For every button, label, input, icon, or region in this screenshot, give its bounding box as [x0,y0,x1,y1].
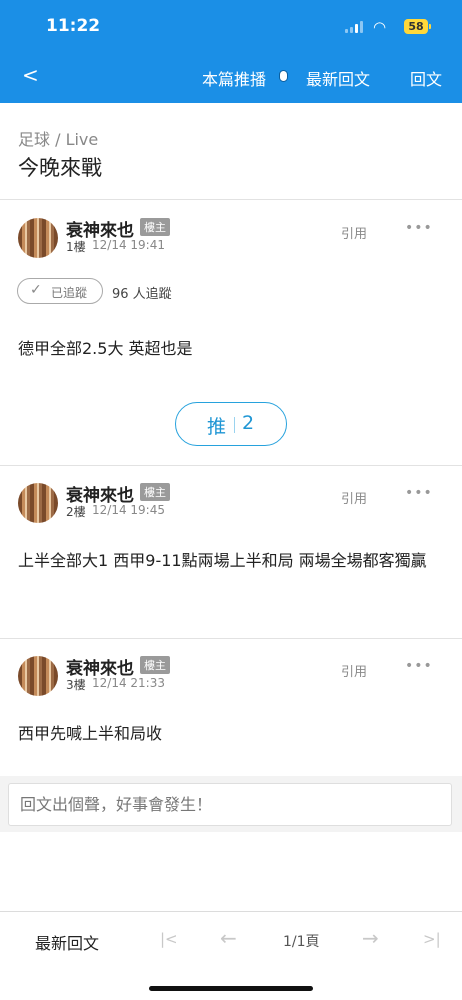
avatar[interactable] [18,656,58,696]
top-bar: 11:22 ◠ 58 < 本篇推播 最新回文 回文 [0,0,462,103]
nav-row: < 本篇推播 最新回文 回文 [0,62,462,92]
push-button[interactable]: 推 2 [175,402,287,446]
check-icon: ✓ [30,282,42,298]
chevron-left-icon[interactable]: < [22,62,39,88]
wifi-icon: ◠ [373,18,387,36]
bottom-bar: 最新回文 |< ← 1/1頁 → >| [0,911,462,1000]
push-label: 推 [207,416,227,438]
next-page-icon[interactable]: → [362,926,379,950]
avatar[interactable] [18,218,58,258]
quote-button[interactable]: 引用 [341,661,367,680]
page-title: 今晚來戰 [18,156,102,180]
reply-input[interactable] [8,783,452,826]
more-icon[interactable]: ••• [405,658,433,674]
battery-tip [429,24,431,29]
quote-button[interactable]: 引用 [341,223,367,242]
live-push-button[interactable]: 本篇推播 [202,66,266,90]
op-badge: 樓主 [140,656,170,674]
live-toggle-icon[interactable] [279,70,288,82]
latest-replies-button[interactable]: 最新回文 [306,66,370,90]
battery-icon: 58 [404,19,428,34]
page-indicator[interactable]: 1/1頁 [283,931,320,951]
post-content: 德甲全部2.5大 英超也是 [18,339,193,358]
post-content: 西甲先喊上半和局收 [18,724,163,743]
reply-button[interactable]: 回文 [410,66,442,90]
quote-button[interactable]: 引用 [341,488,367,507]
avatar[interactable] [18,483,58,523]
post-time: 12/14 21:33 [92,676,165,690]
push-divider [234,417,235,433]
push-count: 2 [242,412,255,434]
floor-number: 3樓 [66,678,86,692]
latest-replies-link[interactable]: 最新回文 [35,930,99,954]
post-time: 12/14 19:41 [92,238,165,252]
post-header: 衰神來也 樓主 1樓 12/14 19:41 引用 ••• [0,216,462,266]
last-page-icon[interactable]: >| [423,930,441,948]
floor-number: 1樓 [66,240,86,254]
post-header: 衰神來也 樓主 2樓 12/14 19:45 引用 ••• [0,481,462,531]
home-indicator[interactable] [149,986,313,991]
first-page-icon[interactable]: |< [160,930,178,948]
post-header: 衰神來也 樓主 3樓 12/14 21:33 引用 ••• [0,654,462,704]
status-time: 11:22 [46,16,101,36]
post-time: 12/14 19:45 [92,503,165,517]
op-badge: 樓主 [140,483,170,501]
follow-button[interactable]: ✓ 已追蹤 [17,278,103,304]
post-content: 上半全部大1 西甲9-11點兩場上半和局 兩場全場都客獨贏 [18,551,427,570]
status-bar: 11:22 ◠ 58 [0,14,462,40]
more-icon[interactable]: ••• [405,220,433,236]
breadcrumb[interactable]: 足球 / Live [18,126,98,150]
prev-page-icon[interactable]: ← [220,926,237,950]
follow-count: 96 人追蹤 [112,287,172,302]
divider [0,638,462,639]
more-icon[interactable]: ••• [405,485,433,501]
op-badge: 樓主 [140,218,170,236]
follow-label: 已追蹤 [51,286,88,300]
divider [0,465,462,466]
cellular-signal-icon [345,21,365,33]
divider [0,199,462,200]
floor-number: 2樓 [66,505,86,519]
reply-area [0,776,462,832]
